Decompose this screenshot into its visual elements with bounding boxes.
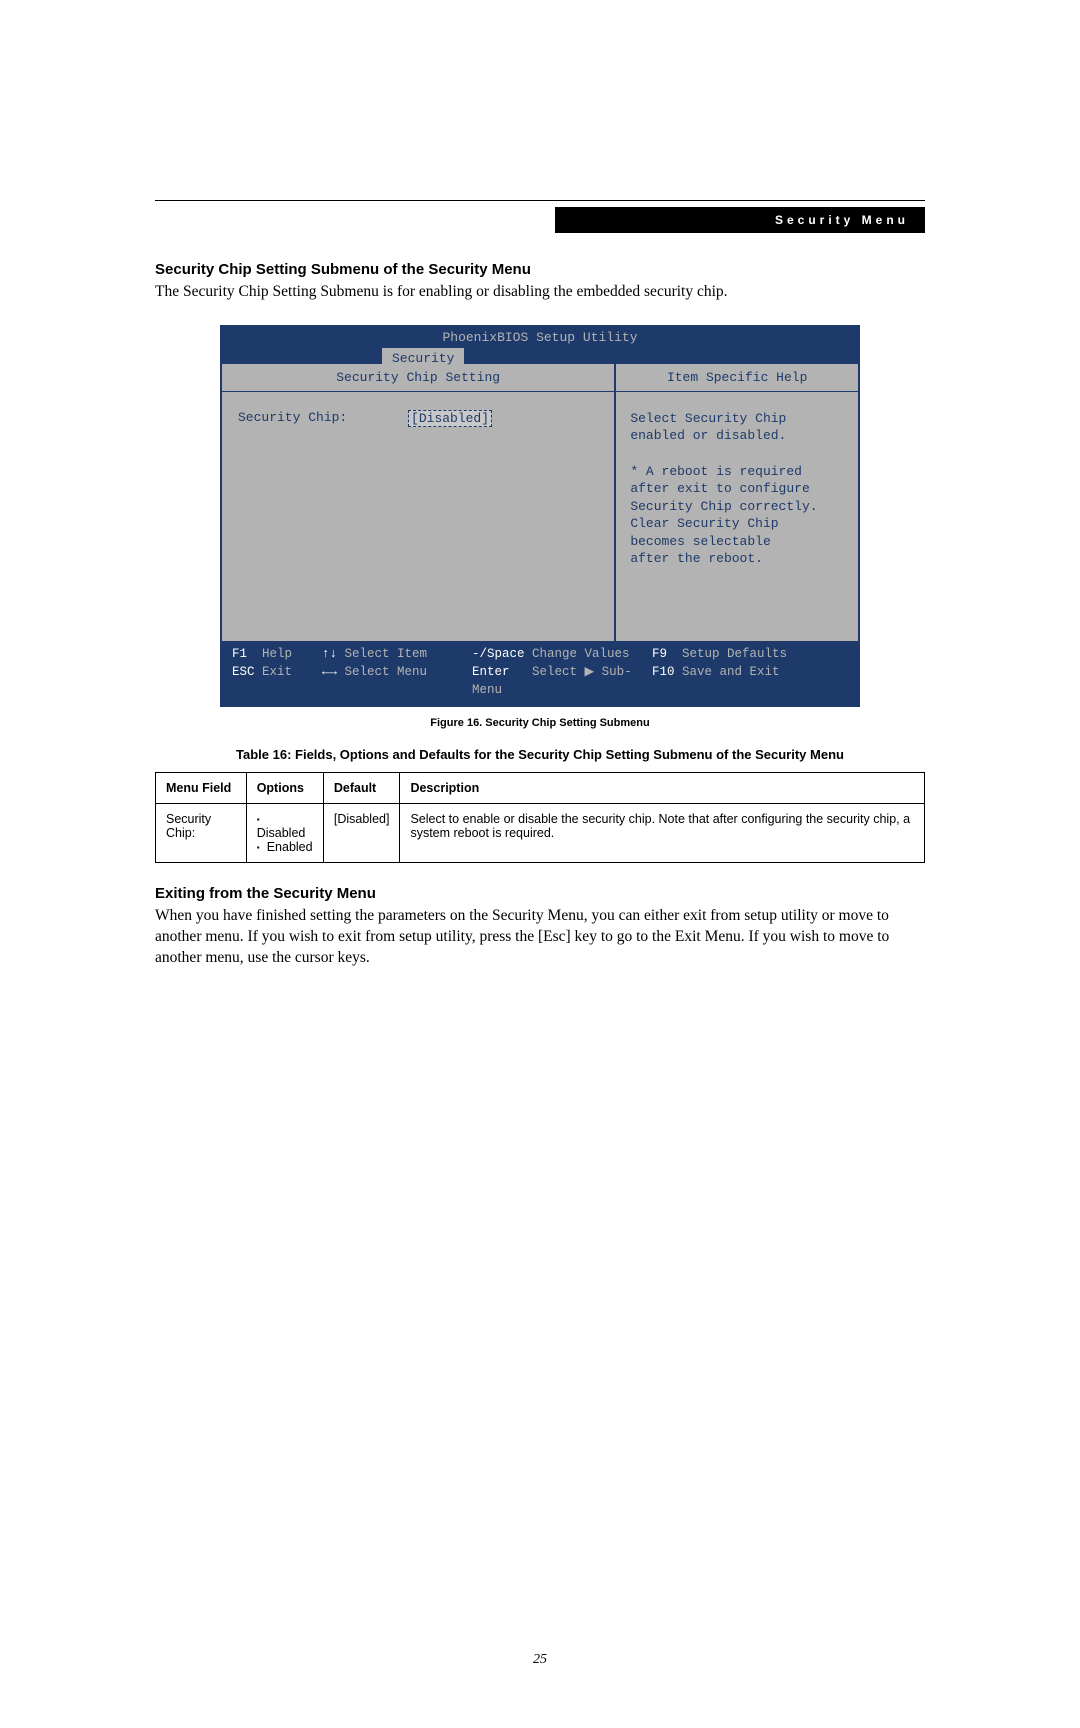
option-item: Enabled bbox=[257, 840, 313, 854]
bios-screenshot: PhoenixBIOS Setup Utility Security Secur… bbox=[220, 325, 860, 707]
bios-key-help-label: Help bbox=[262, 647, 292, 661]
section1-title: Security Chip Setting Submenu of the Sec… bbox=[155, 261, 925, 278]
bios-key-changevalues-label: Change Values bbox=[532, 647, 630, 661]
bios-tab-row: Security bbox=[222, 346, 858, 364]
bios-key-updown[interactable]: ↑↓ bbox=[322, 645, 337, 663]
section2-body: When you have finished setting the param… bbox=[155, 906, 925, 969]
bios-left-pane: Security Chip: [Disabled] bbox=[222, 392, 616, 641]
table-header-row: Menu Field Options Default Description bbox=[156, 773, 925, 804]
bios-help-line: after exit to configure bbox=[630, 481, 809, 496]
bios-key-exit-label: Exit bbox=[262, 665, 292, 679]
bios-key-f1[interactable]: F1 bbox=[232, 645, 247, 663]
figure-caption: Figure 16. Security Chip Setting Submenu bbox=[155, 717, 925, 729]
bios-left-heading: Security Chip Setting bbox=[222, 364, 616, 391]
bios-help-line: * A reboot is required bbox=[630, 464, 802, 479]
bios-titlebar: PhoenixBIOS Setup Utility bbox=[222, 327, 858, 346]
bios-help-line: enabled or disabled. bbox=[630, 428, 786, 443]
bios-help-line: becomes selectable bbox=[630, 534, 770, 549]
bios-key-selectmenu-label: Select Menu bbox=[345, 665, 428, 679]
bios-help-line: Clear Security Chip bbox=[630, 516, 778, 531]
bios-help-pane: Select Security Chip enabled or disabled… bbox=[616, 392, 858, 641]
bios-subtitle-row: Security Chip Setting Item Specific Help bbox=[222, 364, 858, 391]
th-options: Options bbox=[246, 773, 323, 804]
options-table: Menu Field Options Default Description S… bbox=[155, 772, 925, 863]
bios-field-value-text: Disabled bbox=[419, 411, 481, 426]
th-description: Description bbox=[400, 773, 925, 804]
table-row: Security Chip: Disabled Enabled [Disable… bbox=[156, 804, 925, 863]
bios-key-enter[interactable]: Enter bbox=[472, 663, 510, 681]
bios-key-f9[interactable]: F9 bbox=[652, 645, 667, 663]
bios-help-line: after the reboot. bbox=[630, 551, 763, 566]
td-description: Select to enable or disable the security… bbox=[400, 804, 925, 863]
top-rule bbox=[155, 200, 925, 201]
bios-key-esc[interactable]: ESC bbox=[232, 663, 255, 681]
bios-right-heading: Item Specific Help bbox=[616, 364, 858, 391]
header-banner: Security Menu bbox=[555, 207, 925, 233]
bios-key-selectitem-label: Select Item bbox=[345, 647, 428, 661]
bios-help-line: Select Security Chip bbox=[630, 411, 786, 426]
bios-field-row[interactable]: Security Chip: [Disabled] bbox=[238, 410, 602, 427]
bios-field-label: Security Chip: bbox=[238, 410, 408, 427]
th-menu-field: Menu Field bbox=[156, 773, 247, 804]
bios-main: Security Chip: [Disabled] Select Securit… bbox=[222, 391, 858, 641]
bios-key-leftright[interactable]: ←→ bbox=[322, 663, 337, 681]
bios-key-saveexit-label: Save and Exit bbox=[682, 665, 780, 679]
td-menu-field: Security Chip: bbox=[156, 804, 247, 863]
table-caption: Table 16: Fields, Options and Defaults f… bbox=[155, 747, 925, 762]
td-options: Disabled Enabled bbox=[246, 804, 323, 863]
bios-key-f10[interactable]: F10 bbox=[652, 663, 675, 681]
bios-key-setupdefaults-label: Setup Defaults bbox=[682, 647, 787, 661]
bios-title: PhoenixBIOS Setup Utility bbox=[442, 330, 637, 345]
bios-field-value[interactable]: [Disabled] bbox=[408, 410, 492, 427]
td-default: [Disabled] bbox=[323, 804, 400, 863]
page-number: 25 bbox=[155, 1652, 925, 1668]
section2-title: Exiting from the Security Menu bbox=[155, 885, 925, 902]
th-default: Default bbox=[323, 773, 400, 804]
section1-body: The Security Chip Setting Submenu is for… bbox=[155, 282, 925, 303]
option-item: Disabled bbox=[257, 812, 313, 840]
bios-help-line: Security Chip correctly. bbox=[630, 499, 817, 514]
bios-key-space[interactable]: -/Space bbox=[472, 645, 525, 663]
bios-footer: F1 Help ↑↓ Select Item -/Space Change Va… bbox=[222, 641, 858, 705]
